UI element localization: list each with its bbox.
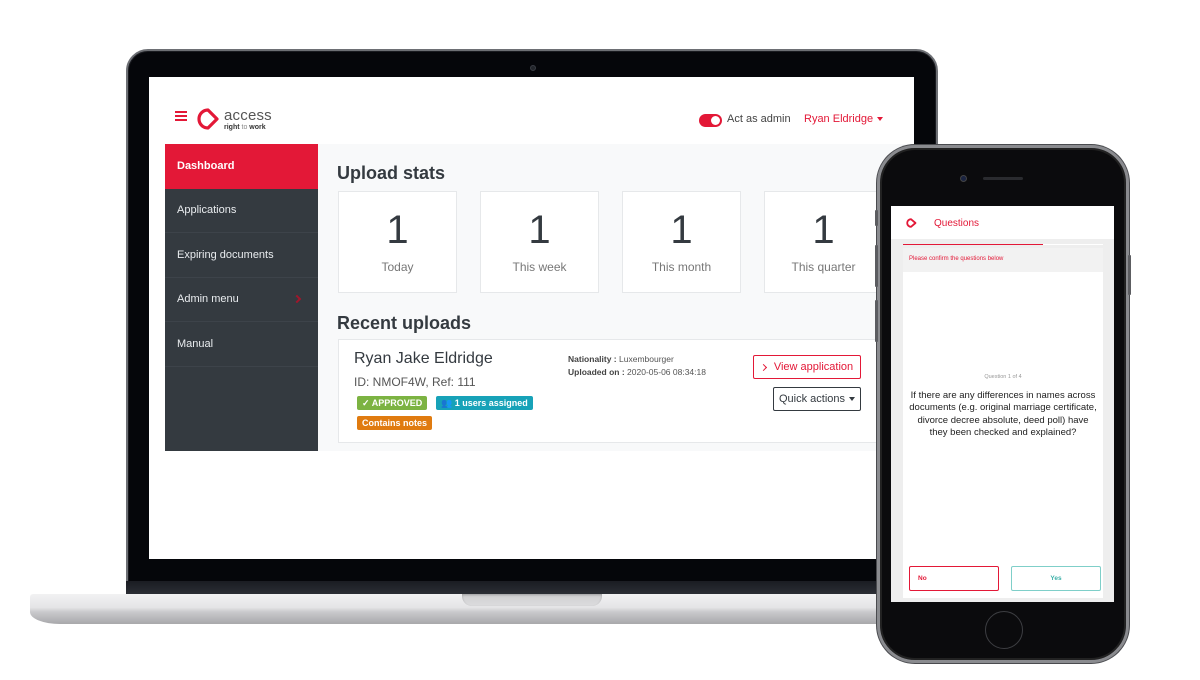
- nationality-value: Luxembourger: [619, 354, 674, 364]
- stat-value: 1: [812, 208, 835, 252]
- laptop-camera: [530, 65, 536, 71]
- stat-card-today: 1 Today: [338, 191, 457, 293]
- caret-down-icon: [877, 117, 884, 122]
- stat-card-this-week: 1 This week: [480, 191, 599, 293]
- uploaded-on-row: Uploaded on : 2020-05-06 08:34:18: [568, 367, 706, 377]
- question-text: If there are any differences in names ac…: [909, 390, 1097, 438]
- quick-actions-label: Quick actions: [778, 393, 846, 405]
- stat-value: 1: [528, 208, 551, 252]
- sidebar-item-expiring-documents[interactable]: Expiring documents: [165, 233, 318, 278]
- sidebar: Dashboard Applications Expiring document…: [165, 144, 318, 451]
- tagline-right: right: [224, 124, 240, 131]
- phone-screen: Questions Please confirm the questions b…: [891, 206, 1114, 602]
- applicant-id-ref: ID: NMOF4W, Ref: 111: [354, 375, 476, 389]
- sidebar-item-admin-menu[interactable]: Admin menu: [165, 278, 318, 322]
- users-assigned-badge: 👥 1 users assigned: [436, 396, 533, 410]
- stat-label: This month: [651, 260, 712, 274]
- view-application-label: View application: [773, 361, 854, 373]
- applicant-name: Ryan Jake Eldridge: [354, 350, 493, 367]
- access-logo-icon: [197, 108, 219, 130]
- question-panel: Please confirm the questions below Quest…: [903, 248, 1103, 598]
- chevron-right-icon: [759, 363, 767, 371]
- upload-stats-title: Upload stats: [337, 163, 446, 183]
- access-logo-icon: [906, 218, 917, 228]
- question-counter: Question 1 of 4: [984, 374, 1022, 380]
- act-as-admin-toggle[interactable]: [699, 114, 722, 127]
- phone-home-button[interactable]: [985, 611, 1023, 649]
- questions-progress-bar: [903, 244, 1103, 245]
- sidebar-item-label: Applications: [177, 204, 237, 217]
- stat-label: This quarter: [791, 260, 856, 274]
- dashboard-main: Upload stats 1 Today 1 This week 1 This …: [318, 144, 914, 451]
- users-icon: 👥: [441, 398, 455, 408]
- phone-front-camera: [960, 175, 967, 182]
- laptop-chin: [126, 581, 938, 595]
- users-assigned-text: 1 users assigned: [454, 398, 528, 408]
- user-menu-dropdown[interactable]: Ryan Eldridge: [804, 113, 884, 125]
- stat-label: This week: [512, 260, 567, 274]
- stat-value: 1: [670, 208, 693, 252]
- user-name: Ryan Eldridge: [804, 113, 874, 125]
- sidebar-item-label: Manual: [177, 337, 214, 350]
- tagline-work: work: [249, 124, 266, 131]
- sidebar-item-manual[interactable]: Manual: [165, 322, 318, 367]
- uploaded-on-label: Uploaded on :: [568, 367, 625, 377]
- uploaded-on-value: 2020-05-06 08:34:18: [627, 367, 706, 377]
- yes-button[interactable]: Yes: [1011, 566, 1101, 591]
- phone-power-button: [1128, 255, 1131, 295]
- nationality-row: Nationality : Luxembourger: [568, 354, 674, 364]
- phone-volume-up: [875, 245, 878, 287]
- confirm-banner: Please confirm the questions below: [903, 248, 1103, 272]
- recent-uploads-title: Recent uploads: [337, 313, 472, 333]
- caret-down-icon: [849, 397, 856, 401]
- no-button[interactable]: No: [909, 566, 999, 591]
- sidebar-item-dashboard[interactable]: Dashboard: [165, 144, 318, 189]
- contains-notes-badge: Contains notes: [357, 416, 433, 430]
- stat-card-this-quarter: 1 This quarter: [764, 191, 883, 293]
- nationality-label: Nationality :: [568, 354, 617, 364]
- brand-name: access: [224, 107, 272, 124]
- sidebar-item-label: Admin menu: [177, 293, 239, 306]
- sidebar-item-applications[interactable]: Applications: [165, 189, 318, 233]
- stat-card-this-month: 1 This month: [622, 191, 741, 293]
- laptop-screen: access right to work Act as admin Ryan E…: [149, 77, 914, 559]
- chevron-right-icon: [292, 295, 302, 304]
- stat-value: 1: [386, 208, 409, 252]
- brand-tagline: right to work: [224, 124, 266, 131]
- sidebar-item-label: Expiring documents: [177, 248, 274, 261]
- questions-title: Questions: [934, 218, 980, 229]
- sidebar-item-label: Dashboard: [177, 160, 235, 173]
- hamburger-menu-icon[interactable]: [175, 111, 187, 121]
- questions-progress-fill: [903, 244, 1043, 245]
- questions-header: Questions: [891, 206, 1114, 239]
- laptop-opening-notch: [462, 594, 602, 606]
- recent-upload-item: Ryan Jake Eldridge ID: NMOF4W, Ref: 111 …: [338, 339, 914, 443]
- phone-earpiece: [983, 177, 1023, 180]
- view-application-button[interactable]: View application: [753, 355, 861, 379]
- phone-volume-down: [875, 300, 878, 342]
- act-as-admin-label: Act as admin: [727, 113, 791, 125]
- approved-badge: ✓ APPROVED: [357, 396, 428, 410]
- phone-mute-switch: [875, 210, 878, 226]
- stat-label: Today: [381, 260, 414, 274]
- app-header: access right to work Act as admin Ryan E…: [149, 77, 914, 144]
- tagline-to: to: [239, 124, 250, 131]
- quick-actions-button[interactable]: Quick actions: [773, 387, 861, 411]
